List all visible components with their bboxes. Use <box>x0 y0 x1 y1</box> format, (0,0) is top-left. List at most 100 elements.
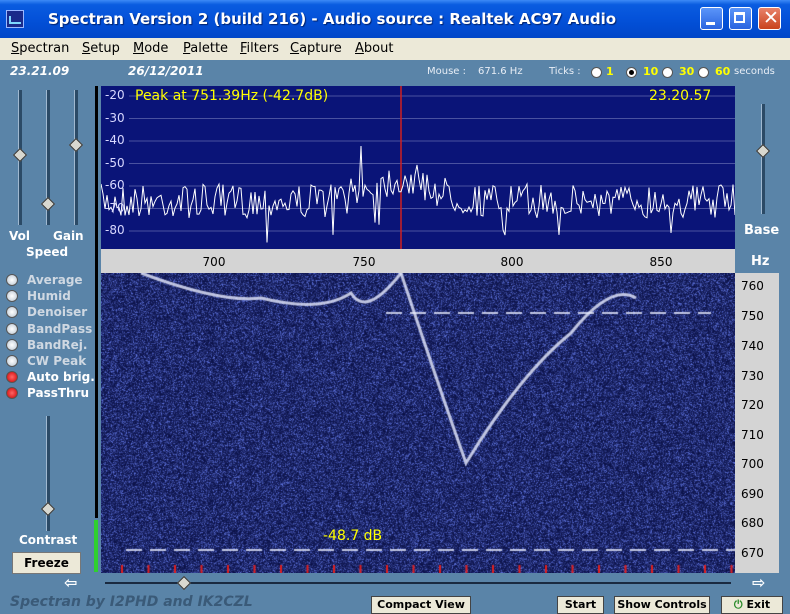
radio-off-icon <box>6 290 18 303</box>
ticks-radio-10[interactable] <box>626 67 637 78</box>
show-controls-button[interactable]: Show Controls <box>614 596 710 614</box>
maximize-button[interactable] <box>729 7 752 30</box>
scroll-right-arrow-icon[interactable]: ⇨ <box>752 573 765 592</box>
menu-mode[interactable]: Mode <box>133 41 168 56</box>
y-tick: 720 <box>741 398 764 412</box>
radio-off-icon <box>6 338 18 351</box>
menu-palette[interactable]: Palette <box>183 41 228 56</box>
db-readout: -48.7 dB <box>323 528 383 544</box>
y-tick: 710 <box>741 428 764 442</box>
menu-filters[interactable]: Filters <box>240 41 279 56</box>
base-label: Base <box>744 223 780 238</box>
db-tick: -50 <box>105 155 125 170</box>
spectrum-line <box>101 145 735 243</box>
window-title: Spectran Version 2 (build 216) - Audio s… <box>48 10 617 28</box>
title-bar: Spectran Version 2 (build 216) - Audio s… <box>0 0 790 38</box>
ticks-radio-1[interactable] <box>591 67 602 78</box>
status-text: Spectran by I2PHD and IK2CZL <box>10 594 253 610</box>
radio-off-icon <box>6 322 18 335</box>
x-tick-700: 700 <box>202 255 226 269</box>
time-scrollbar[interactable] <box>101 575 735 591</box>
menu-spectran[interactable]: Spectran <box>11 41 69 56</box>
y-tick: 670 <box>741 546 764 560</box>
y-tick: 740 <box>741 339 764 353</box>
db-tick: -30 <box>105 110 125 125</box>
base-slider[interactable] <box>761 104 765 214</box>
option-label: Auto brig. <box>27 370 95 385</box>
contrast-slider-knob[interactable] <box>40 501 56 517</box>
frequency-axis: 700 750 800 850 <box>101 249 735 273</box>
db-tick: -80 <box>105 223 125 237</box>
close-button[interactable]: ✕ <box>758 7 781 30</box>
info-bar: 23.21.09 26/12/2011 Mouse : 671.6 Hz Tic… <box>0 60 790 84</box>
level-meter <box>94 520 98 572</box>
menu-setup[interactable]: Setup <box>82 41 120 56</box>
x-tick-750: 750 <box>352 255 376 269</box>
hz-label: Hz <box>751 254 770 269</box>
compact-view-button[interactable]: Compact View <box>371 596 471 614</box>
db-tick: -40 <box>105 133 125 147</box>
current-date: 26/12/2011 <box>128 64 204 78</box>
bottom-bar: Spectran by I2PHD and IK2CZL Compact Vie… <box>0 594 790 614</box>
menu-capture[interactable]: Capture <box>290 41 342 56</box>
exit-icon: ⏻ <box>733 598 743 611</box>
app-icon[interactable] <box>6 10 24 28</box>
db-tick: -60 <box>105 178 125 192</box>
waterfall-frequency-axis: 760 750 740 730 720 710 700 690 680 670 <box>735 273 779 573</box>
minimize-button[interactable] <box>700 7 723 30</box>
mouse-label: Mouse : <box>427 66 466 77</box>
y-tick: 690 <box>741 487 764 501</box>
y-tick: 730 <box>741 369 764 383</box>
db-tick: -20 <box>105 88 125 102</box>
option-label: CW Peak <box>27 354 87 368</box>
display-divider <box>95 86 98 518</box>
option-label: Average <box>27 273 83 287</box>
maximize-icon <box>734 12 745 23</box>
waterfall-display[interactable] <box>101 273 735 573</box>
spectrum-display[interactable]: -20 -30 -40 -50 -60 -70 -80 Peak at 751.39Hz (… <box>101 86 735 249</box>
radio-off-icon <box>6 274 18 286</box>
close-icon: ✕ <box>763 7 779 29</box>
x-tick-800: 800 <box>500 255 524 269</box>
gain-label: Gain <box>53 229 84 243</box>
gain-slider[interactable] <box>74 90 78 225</box>
radio-off-icon <box>6 306 18 319</box>
y-tick: 700 <box>741 457 764 471</box>
speed-slider-knob[interactable] <box>40 196 56 212</box>
x-tick-850: 850 <box>649 255 673 269</box>
minimize-icon <box>706 22 715 25</box>
seconds-label: seconds <box>734 66 775 77</box>
y-tick: 750 <box>741 309 764 323</box>
option-label: BandPass <box>27 321 93 336</box>
spectrum-trace <box>101 86 735 249</box>
option-label: Humid <box>27 289 71 304</box>
speed-label: Speed <box>26 245 69 259</box>
spectrum-time: 23.20.57 <box>649 88 712 104</box>
contrast-label: Contrast <box>19 533 78 547</box>
base-slider-knob[interactable] <box>755 143 771 159</box>
current-time: 23.21.09 <box>10 64 70 78</box>
waterfall-canvas <box>101 273 735 573</box>
menu-about[interactable]: About <box>355 41 393 56</box>
y-tick: 680 <box>741 516 764 530</box>
start-button[interactable]: Start <box>557 596 604 614</box>
vol-label: Vol <box>9 229 30 243</box>
ticks-10-label: 10 <box>643 65 659 78</box>
option-label: BandRej. <box>27 337 88 352</box>
option-label: PassThru <box>27 386 90 401</box>
freeze-button[interactable]: Freeze <box>12 552 81 574</box>
exit-button[interactable]: ⏻ Exit <box>721 596 783 614</box>
ticks-radio-30[interactable] <box>662 67 673 78</box>
menu-bar: Spectran Setup Mode Palette Filters Capt… <box>0 38 790 60</box>
db-tick: -70 <box>105 200 125 215</box>
vol-slider-knob[interactable] <box>12 147 28 163</box>
scroll-thumb[interactable] <box>176 575 192 591</box>
radio-on-icon <box>6 387 18 400</box>
exit-label: Exit <box>746 598 771 611</box>
scroll-left-arrow-icon[interactable]: ⇦ <box>64 573 77 592</box>
peak-readout: Peak at 751.39Hz (-42.7dB) <box>135 88 329 104</box>
gain-slider-knob[interactable] <box>68 137 84 153</box>
ticks-radio-60[interactable] <box>698 67 709 78</box>
radio-on-icon <box>6 371 18 384</box>
ticks-label: Ticks : <box>549 66 581 77</box>
